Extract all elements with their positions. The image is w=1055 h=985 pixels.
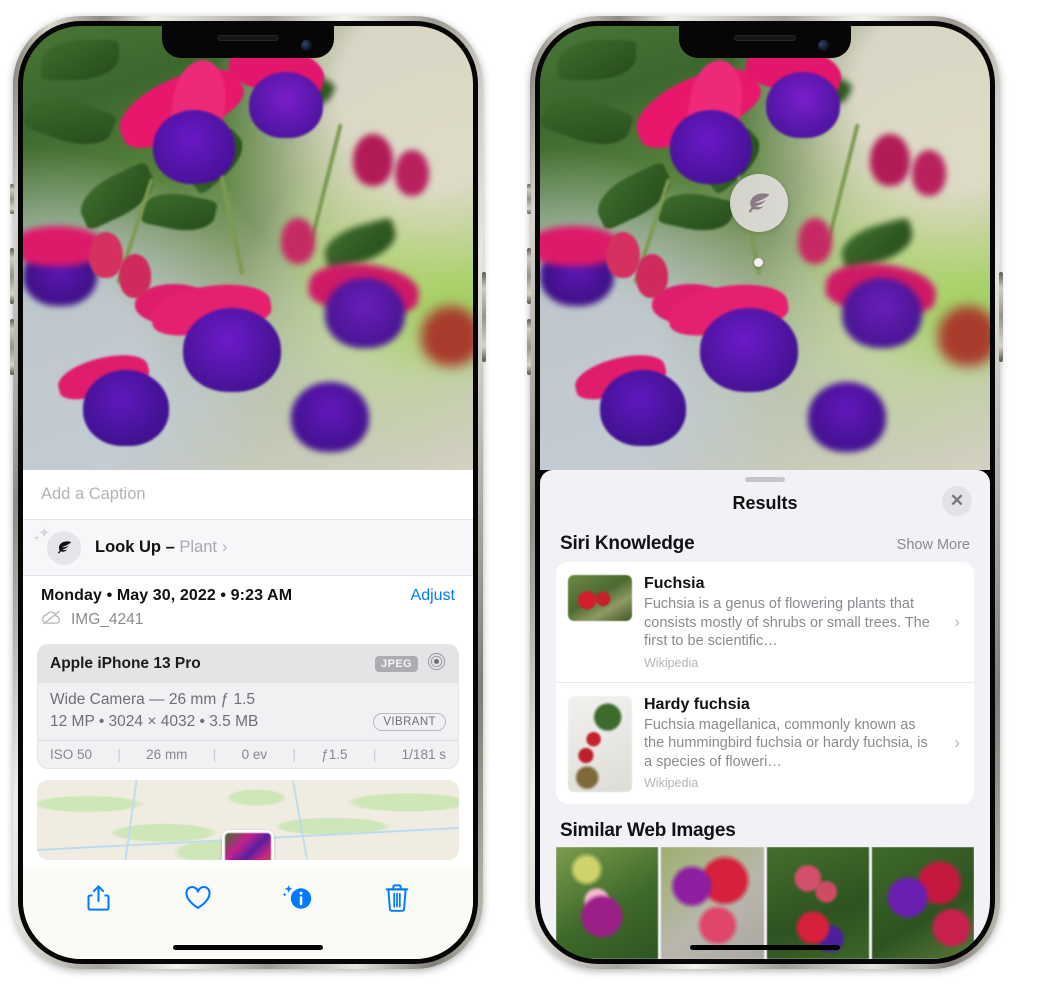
image-dimensions: 12 MP • 3024 × 4032 • 3.5 MB: [50, 713, 259, 730]
sparkle-small-icon: ✦: [33, 532, 41, 543]
notch: [162, 26, 334, 58]
earpiece-speaker: [217, 35, 279, 41]
photo-viewer[interactable]: [23, 26, 473, 470]
similar-web-images-title: Similar Web Images: [560, 819, 736, 841]
chevron-right-icon: ›: [954, 611, 960, 631]
volume-up-button[interactable]: [10, 248, 14, 304]
exif-stat-focal: 26 mm: [146, 747, 188, 762]
exif-card-body: Wide Camera — 26 mm ƒ 1.5 12 MP • 3024 ×…: [38, 683, 458, 740]
exif-card[interactable]: Apple iPhone 13 Pro JPEG Wide Camera — 2…: [37, 644, 459, 769]
photo-detail-sheet: Add a Caption ✦ ✦ Look Up – Plant › Mond…: [23, 470, 473, 959]
iphone-right: Results ✕ Siri Knowledge Show More Fuchs…: [527, 16, 1003, 969]
look-up-prefix: Look Up –: [95, 538, 180, 556]
share-icon[interactable]: [82, 881, 116, 915]
result-thumbnail: [568, 575, 632, 621]
result-source: Wikipedia: [644, 776, 699, 791]
result-title: Fuchsia: [644, 575, 705, 592]
siri-knowledge-title: Siri Knowledge: [560, 533, 695, 554]
icloud-slash-icon: [41, 610, 62, 630]
favorite-icon[interactable]: [181, 881, 215, 915]
result-description: Fuchsia is a genus of flowering plants t…: [644, 596, 930, 650]
visual-look-up-anchor-dot: [754, 258, 763, 267]
info-icon[interactable]: [281, 881, 315, 915]
notch: [679, 26, 851, 58]
location-map[interactable]: [37, 780, 459, 860]
similar-web-images-header: Similar Web Images: [540, 804, 990, 847]
list-item[interactable]: Hardy fuchsia Fuchsia magellanica, commo…: [556, 681, 974, 804]
result-title: Hardy fuchsia: [644, 695, 750, 713]
leaf-icon: ✦ ✦: [33, 525, 81, 565]
show-more-button[interactable]: Show More: [897, 537, 970, 553]
map-photo-pin[interactable]: [222, 830, 274, 860]
front-camera-icon: [301, 40, 312, 51]
phone-bezel: Add a Caption ✦ ✦ Look Up – Plant › Mond…: [18, 21, 478, 964]
power-button[interactable]: [999, 272, 1003, 362]
visual-look-up-badge[interactable]: [730, 174, 788, 232]
camera-model: Apple iPhone 13 Pro: [50, 655, 201, 672]
photo-metadata: Monday • May 30, 2022 • 9:23 AM Adjust I…: [23, 576, 473, 636]
list-item[interactable]: Fuchsia Fuchsia is a genus of flowering …: [556, 562, 974, 682]
lens-info: Wide Camera — 26 mm ƒ 1.5: [50, 691, 256, 708]
photographic-style-badge: VIBRANT: [373, 713, 446, 731]
photo-filename: IMG_4241: [71, 611, 144, 628]
chevron-right-icon: ›: [954, 733, 960, 753]
delete-icon[interactable]: [380, 881, 414, 915]
home-indicator[interactable]: [173, 945, 323, 950]
phone-bezel: Results ✕ Siri Knowledge Show More Fuchs…: [535, 21, 995, 964]
phone-screen-right: Results ✕ Siri Knowledge Show More Fuchs…: [540, 26, 990, 959]
iphone-left: Add a Caption ✦ ✦ Look Up – Plant › Mond…: [10, 16, 486, 969]
results-title: Results: [732, 492, 798, 513]
similar-web-images-strip[interactable]: [556, 846, 974, 959]
web-image-thumbnail[interactable]: [661, 846, 764, 959]
exif-stat-aperture: ƒ1.5: [321, 747, 348, 762]
results-sheet: Results ✕ Siri Knowledge Show More Fuchs…: [540, 470, 990, 959]
stat-separator: |: [292, 747, 296, 762]
siri-knowledge-card: Fuchsia Fuchsia is a genus of flowering …: [556, 562, 974, 804]
look-up-label: Look Up – Plant ›: [95, 538, 227, 557]
exif-stats-row: ISO 50 | 26 mm | 0 ev | ƒ1.5 | 1/181 s: [38, 740, 458, 768]
exif-stat-shutter: 1/181 s: [401, 747, 446, 762]
web-image-thumbnail[interactable]: [871, 846, 974, 959]
photo-viewer[interactable]: [540, 26, 990, 470]
leaf-icon: [748, 193, 770, 213]
result-source: Wikipedia: [644, 655, 699, 670]
power-button[interactable]: [482, 272, 486, 362]
home-indicator[interactable]: [690, 945, 840, 950]
format-badge: JPEG: [375, 656, 418, 672]
front-camera-icon: [818, 40, 829, 51]
screenshot-stage: Add a Caption ✦ ✦ Look Up – Plant › Mond…: [0, 0, 1055, 985]
phone-screen-left: Add a Caption ✦ ✦ Look Up – Plant › Mond…: [23, 26, 473, 959]
mute-switch[interactable]: [10, 184, 14, 214]
results-header: Results ✕: [540, 482, 990, 524]
look-up-subject: Plant: [179, 538, 217, 556]
caption-input[interactable]: Add a Caption: [23, 470, 473, 520]
stat-separator: |: [372, 747, 377, 762]
photo-date: Monday • May 30, 2022 • 9:23 AM: [41, 587, 293, 604]
mute-switch[interactable]: [527, 184, 531, 214]
exif-stat-ev: 0 ev: [241, 747, 268, 762]
volume-down-button[interactable]: [527, 319, 531, 375]
result-description: Fuchsia magellanica, commonly known as t…: [644, 716, 928, 770]
earpiece-speaker: [734, 35, 796, 41]
look-up-row[interactable]: ✦ ✦ Look Up – Plant ›: [23, 520, 473, 576]
volume-down-button[interactable]: [10, 319, 14, 375]
exif-stat-iso: ISO 50: [50, 747, 93, 762]
result-thumbnail: [568, 695, 632, 792]
close-icon[interactable]: ✕: [942, 486, 972, 516]
web-image-thumbnail[interactable]: [556, 846, 659, 959]
exif-card-header: Apple iPhone 13 Pro JPEG: [38, 645, 458, 683]
stat-separator: |: [117, 747, 121, 762]
volume-up-button[interactable]: [527, 248, 531, 304]
aperture-icon: [427, 652, 446, 676]
web-image-thumbnail[interactable]: [766, 846, 869, 959]
adjust-button[interactable]: Adjust: [411, 587, 455, 605]
chevron-right-icon: ›: [221, 538, 228, 556]
stat-separator: |: [212, 747, 217, 762]
siri-knowledge-header: Siri Knowledge Show More: [540, 524, 990, 562]
